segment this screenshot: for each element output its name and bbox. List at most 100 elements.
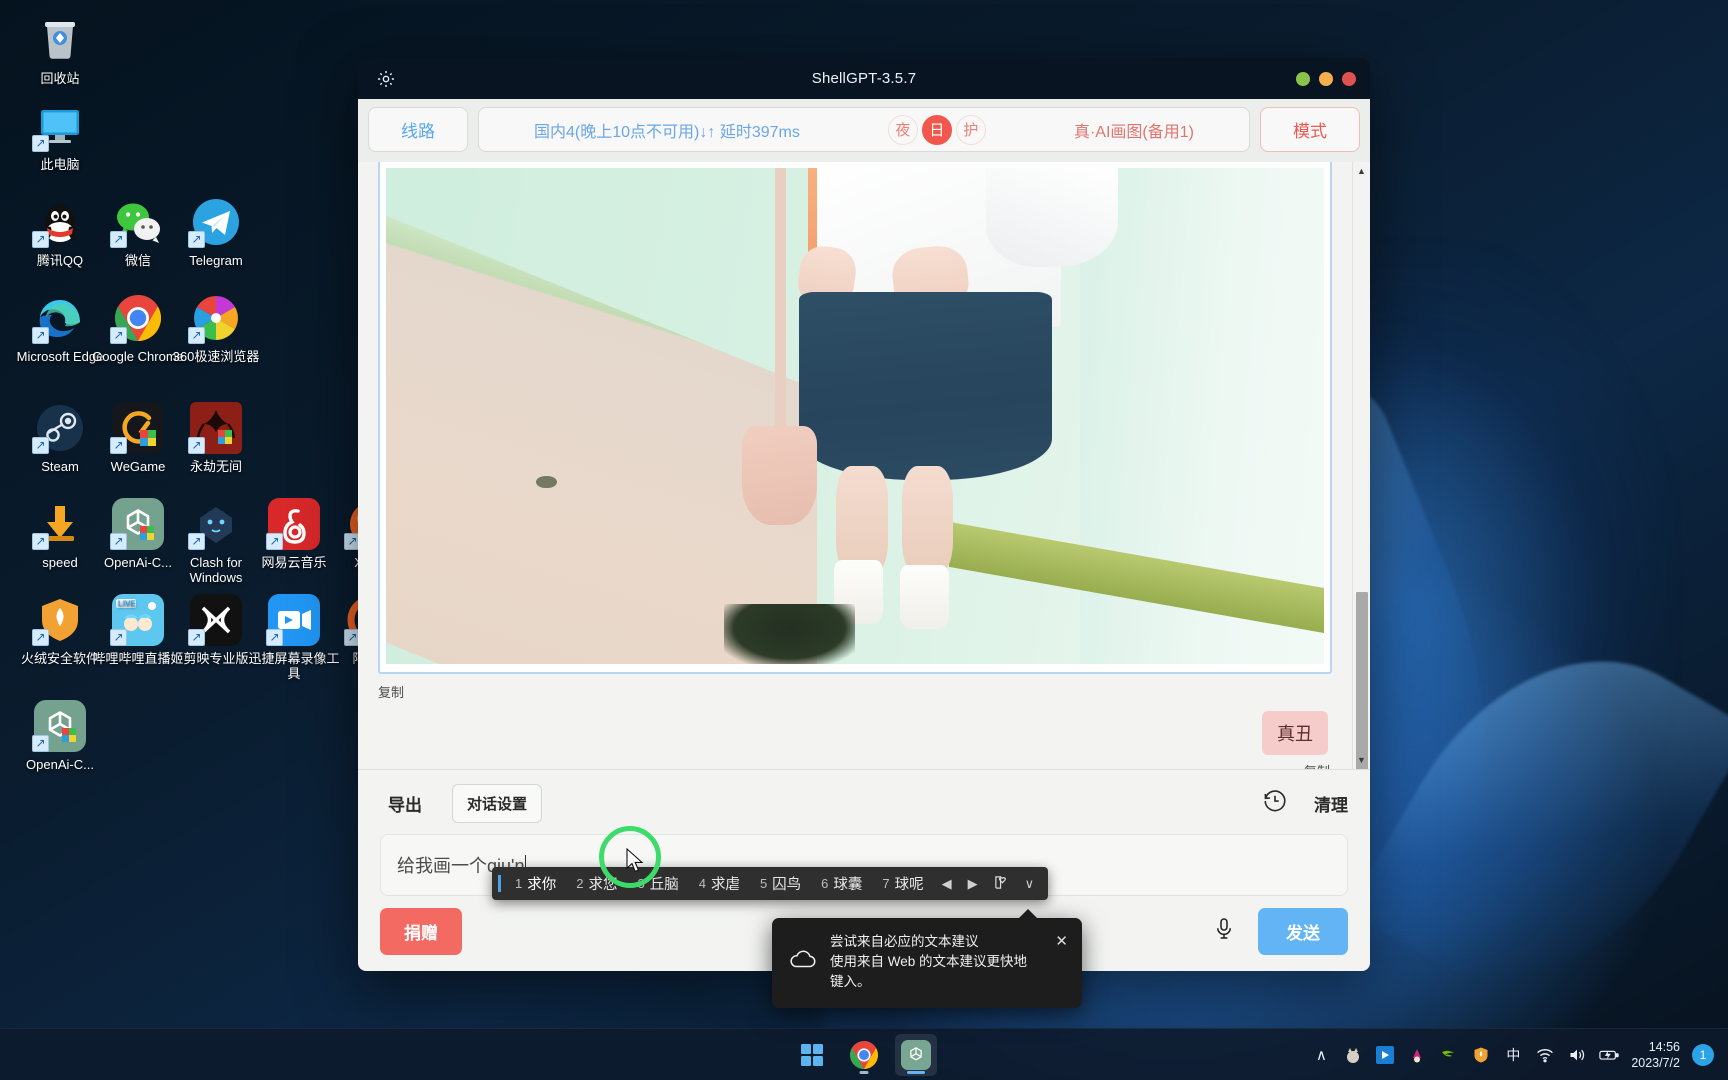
- composer-actions-right[interactable]: 发送: [1212, 908, 1348, 955]
- taskbar[interactable]: ∧ 中 14:56 2023/7/2 1: [0, 1028, 1728, 1080]
- ime-candidate-bar[interactable]: 1 求你 2 求您 3 丘脑 4 求虐 5 囚鸟 6 球囊 7 球呢 ◀ ▶ ∨: [492, 867, 1049, 900]
- ime-candidate-7[interactable]: 7 球呢: [872, 873, 933, 894]
- bing-suggestion-toast[interactable]: 尝试来自必应的文本建议 使用来自 Web 的文本建议更快地键入。 ✕: [772, 909, 1082, 1008]
- telegram-icon: ↗: [188, 196, 242, 248]
- send-button[interactable]: 发送: [1258, 908, 1348, 955]
- history-clock-icon[interactable]: [1262, 788, 1288, 819]
- theme-eyecare[interactable]: 护: [955, 114, 986, 145]
- system-tray[interactable]: ∧ 中 14:56 2023/7/2 1: [1311, 1039, 1714, 1071]
- recycle-bin-icon: [34, 14, 86, 66]
- minimize-button[interactable]: [1296, 71, 1310, 86]
- ime-candidate-4[interactable]: 4 求虐: [689, 873, 750, 894]
- toast-tail: [1018, 909, 1038, 919]
- status-bar[interactable]: 国内4(晚上10点不可用)↓↑ 延时397ms 夜日护 真·AI画图(备用1): [478, 107, 1250, 152]
- theme-toggle-group[interactable]: 夜日护: [887, 114, 986, 145]
- taskbar-shellgpt-indicator: [907, 1070, 925, 1074]
- tray-overflow-icon[interactable]: ∧: [1311, 1045, 1331, 1065]
- export-button[interactable]: 导出: [380, 791, 430, 816]
- chat-scrollbar[interactable]: ▲ ▼: [1352, 162, 1370, 769]
- video-tool-icon[interactable]: [1375, 1045, 1395, 1065]
- wifi-icon[interactable]: [1535, 1045, 1555, 1065]
- window-controls[interactable]: [1296, 71, 1356, 86]
- desktop-icon-telegram[interactable]: ↗ Telegram: [168, 196, 264, 268]
- wallpaper-engine-icon[interactable]: [1343, 1045, 1363, 1065]
- ime-candidate-5[interactable]: 5 囚鸟: [750, 873, 811, 894]
- desktop-icon-openai-c-2[interactable]: ↗ OpenAi-C...: [12, 700, 108, 772]
- witch-app-icon[interactable]: [1407, 1045, 1427, 1065]
- clock[interactable]: 14:56 2023/7/2: [1631, 1039, 1680, 1071]
- close-icon[interactable]: ✕: [1049, 932, 1068, 992]
- desktop-icon-360-browser[interactable]: ↗ 360极速浏览器: [168, 292, 264, 364]
- shortcut-arrow-icon: ↗: [266, 533, 283, 550]
- notification-badge[interactable]: 1: [1692, 1043, 1714, 1066]
- maximize-button[interactable]: [1319, 71, 1333, 86]
- window-titlebar[interactable]: ShellGPT-3.5.7: [358, 58, 1370, 99]
- speed-icon: ↗: [32, 498, 86, 550]
- svg-text:LIVE: LIVE: [118, 600, 136, 609]
- donate-button[interactable]: 捐赠: [380, 908, 462, 955]
- wallpaper-petal-3: [1347, 599, 1728, 1041]
- photo-pink-bag: [742, 425, 818, 526]
- battery-icon[interactable]: [1599, 1045, 1620, 1065]
- theme-night[interactable]: 夜: [887, 114, 918, 145]
- ime-tray-icon[interactable]: [986, 875, 1017, 893]
- ime-next-page-button[interactable]: ▶: [960, 876, 986, 892]
- microphone-icon[interactable]: [1212, 916, 1236, 947]
- chat-scroll-region[interactable]: 复制 真丑 复制: [358, 162, 1352, 769]
- taskbar-chrome[interactable]: [843, 1034, 885, 1076]
- desktop-icon-recycle-bin[interactable]: 回收站: [12, 14, 108, 86]
- scroll-down-arrow[interactable]: ▼: [1353, 751, 1370, 769]
- shortcut-arrow-icon: ↗: [32, 231, 49, 248]
- start-button[interactable]: [791, 1034, 833, 1076]
- mode-button[interactable]: 模式: [1260, 107, 1360, 152]
- scroll-up-arrow[interactable]: ▲: [1353, 162, 1370, 180]
- assistant-image-card[interactable]: [378, 162, 1332, 674]
- gear-icon[interactable]: [374, 67, 398, 91]
- photo-sleeve: [986, 168, 1118, 268]
- desktop-icon-label: 此电脑: [40, 157, 80, 172]
- window-title: ShellGPT-3.5.7: [811, 70, 917, 87]
- huorong-shield-icon[interactable]: [1471, 1045, 1491, 1065]
- ime-candidate-word: 求你: [527, 877, 557, 893]
- taskbar-chrome-indicator: [859, 1070, 869, 1074]
- ai-generated-photo[interactable]: [386, 168, 1324, 664]
- taskbar-center[interactable]: [791, 1033, 937, 1076]
- photo-right-leg: [901, 465, 954, 575]
- user-message-bubble[interactable]: 真丑: [1262, 711, 1328, 755]
- nvidia-icon[interactable]: [1439, 1045, 1459, 1065]
- desktop-icon-label: OpenAi-C...: [26, 757, 94, 772]
- ime-collapse-button[interactable]: ∨: [1017, 876, 1043, 892]
- app-toolbar[interactable]: 线路 国内4(晚上10点不可用)↓↑ 延时397ms 夜日护 真·AI画图(备用…: [358, 99, 1370, 162]
- composer-toolbar[interactable]: 导出 对话设置 清理: [380, 782, 1348, 824]
- desktop[interactable]: 回收站 ↗ 此电脑 ↗ 腾讯QQ ↗ 微信 ↗ Telegram ↗ Microsoft Edge ↗…: [0, 0, 1728, 1080]
- jianying-pro-icon: ↗: [188, 594, 242, 646]
- volume-icon[interactable]: [1567, 1045, 1587, 1065]
- desktop-icon-naraka[interactable]: ↗ 永劫无间: [168, 402, 264, 474]
- taskbar-shellgpt[interactable]: [895, 1033, 937, 1076]
- close-button[interactable]: [1342, 71, 1356, 86]
- composer-toolbar-right[interactable]: 清理: [1262, 788, 1348, 819]
- chat-settings-button[interactable]: 对话设置: [452, 783, 543, 823]
- clash-for-windows-icon: ↗: [188, 498, 242, 550]
- user-copy-button[interactable]: 复制: [358, 755, 1352, 769]
- xunjie-recorder-icon: ↗: [266, 594, 320, 646]
- ime-candidate-number: 7: [882, 876, 890, 891]
- ime-prev-page-button[interactable]: ◀: [934, 876, 960, 892]
- ime-candidate-1[interactable]: 1 求你: [505, 873, 566, 894]
- assistant-copy-button[interactable]: 复制: [358, 674, 1352, 701]
- shortcut-arrow-icon: ↗: [188, 629, 205, 646]
- ime-candidate-number: 5: [759, 876, 768, 891]
- desktop-icon-this-pc[interactable]: ↗ 此电脑: [12, 100, 108, 172]
- scrollbar-thumb[interactable]: [1356, 592, 1368, 769]
- chat-area[interactable]: 复制 真丑 复制 ▲ ▼: [358, 162, 1370, 769]
- shellgpt-window[interactable]: ShellGPT-3.5.7 线路 国内4(晚上10点不可用)↓↑ 延时397m…: [358, 58, 1370, 971]
- shortcut-arrow-icon: ↗: [188, 231, 205, 248]
- shortcut-arrow-icon: ↗: [32, 437, 49, 454]
- ime-indicator[interactable]: 中: [1503, 1045, 1523, 1065]
- ime-candidate-6[interactable]: 6 球囊: [811, 873, 872, 894]
- wegame-icon: ↗: [110, 402, 164, 454]
- clear-button[interactable]: 清理: [1314, 791, 1348, 816]
- theme-day[interactable]: 日: [921, 114, 952, 145]
- draw-mode-label[interactable]: 真·AI画图(备用1): [1074, 118, 1194, 142]
- route-button[interactable]: 线路: [368, 107, 468, 152]
